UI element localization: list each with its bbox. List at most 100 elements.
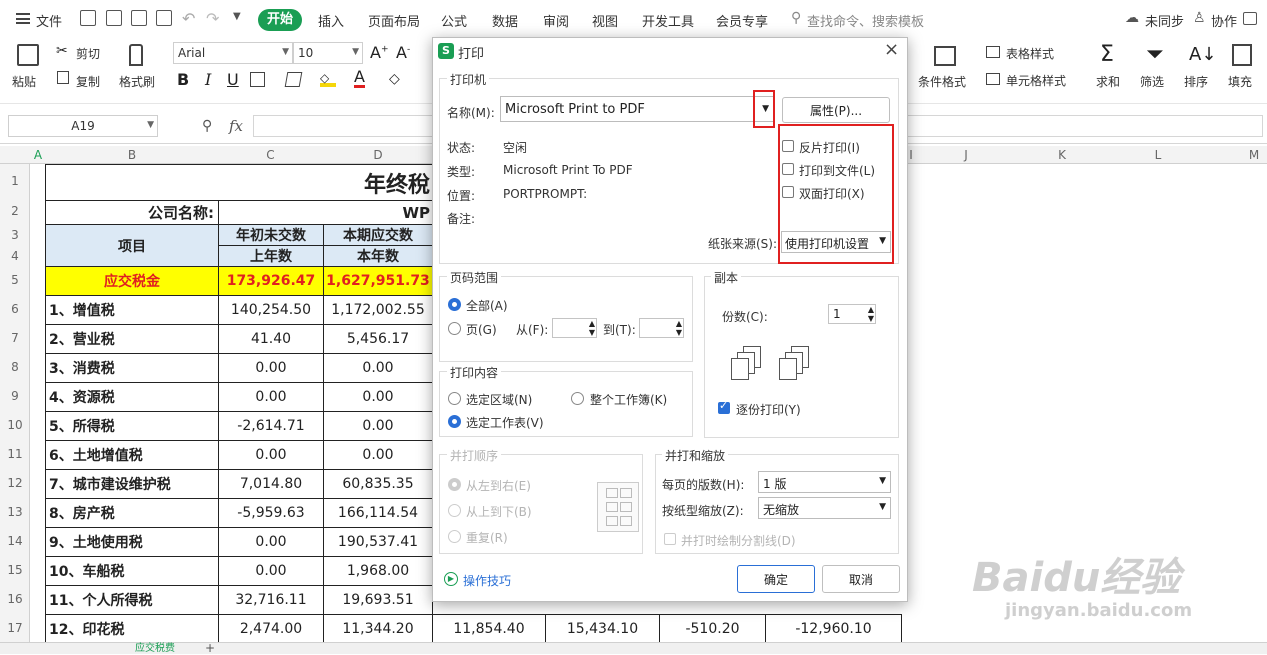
tax-curr[interactable]: 190,537.41: [323, 527, 433, 557]
filter-button[interactable]: 筛选: [1140, 73, 1164, 90]
col-l[interactable]: L: [1110, 148, 1206, 162]
row-14[interactable]: 14: [0, 534, 30, 548]
cond-format-button[interactable]: 条件格式: [918, 73, 966, 90]
row-7[interactable]: 7: [0, 331, 30, 345]
tax-curr[interactable]: 1,172,002.55: [323, 295, 433, 325]
ok-button[interactable]: 确定: [737, 565, 815, 593]
share-icon[interactable]: [1243, 12, 1257, 25]
collab-button[interactable]: 协作: [1211, 11, 1237, 30]
draw-lines-checkbox[interactable]: [664, 533, 676, 545]
col-c[interactable]: C: [218, 148, 323, 162]
tax-curr[interactable]: 19,693.51: [323, 585, 433, 615]
total-d[interactable]: 1,627,951.73: [323, 266, 433, 296]
tax-name[interactable]: 10、车船税: [45, 556, 219, 586]
row-3[interactable]: 3: [0, 228, 30, 242]
tax-prev[interactable]: -5,959.63: [218, 498, 324, 528]
top-bottom-radio[interactable]: [448, 504, 461, 517]
paper-source-select[interactable]: 使用打印机设置 ▼: [781, 231, 891, 253]
tab-insert[interactable]: 插入: [318, 11, 344, 30]
bold-button[interactable]: B: [177, 70, 189, 89]
selection-radio[interactable]: [448, 392, 461, 405]
add-sheet-icon[interactable]: +: [205, 641, 215, 655]
tax-name[interactable]: 8、房产税: [45, 498, 219, 528]
left-right-radio[interactable]: [448, 478, 461, 491]
total-c[interactable]: 173,926.47: [218, 266, 324, 296]
tax-name[interactable]: 5、所得税: [45, 411, 219, 441]
sync-status[interactable]: 未同步: [1145, 11, 1184, 30]
fx-button[interactable]: fx: [229, 117, 243, 135]
cell-format-icon[interactable]: [284, 72, 303, 87]
header-c2[interactable]: 上年数: [218, 245, 324, 267]
export-pdf-icon[interactable]: [106, 10, 122, 26]
tab-formula[interactable]: 公式: [441, 11, 467, 30]
all-pages-radio[interactable]: [448, 298, 461, 311]
tax-prev[interactable]: 0.00: [218, 527, 324, 557]
tips-link[interactable]: 操作技巧: [463, 572, 511, 589]
row-11[interactable]: 11: [0, 447, 30, 461]
tax-curr[interactable]: 1,968.00: [323, 556, 433, 586]
close-icon[interactable]: ×: [884, 39, 899, 60]
copies-input[interactable]: 1 ▲ ▼: [828, 304, 876, 324]
tab-member[interactable]: 会员专享: [716, 11, 768, 30]
col-m[interactable]: M: [1206, 148, 1267, 162]
workbook-radio[interactable]: [571, 392, 584, 405]
undo-icon[interactable]: ↶: [182, 9, 195, 28]
font-family-select[interactable]: Arial ▼: [173, 42, 293, 64]
row-2[interactable]: 2: [0, 204, 30, 218]
paste-icon[interactable]: [17, 44, 39, 66]
print-icon[interactable]: [131, 10, 147, 26]
tax-prev[interactable]: 41.40: [218, 324, 324, 354]
table-style-button[interactable]: 表格样式: [1006, 45, 1054, 62]
row-8[interactable]: 8: [0, 360, 30, 374]
row-10[interactable]: 10: [0, 418, 30, 432]
tax-name[interactable]: 7、城市建设维护税: [45, 469, 219, 499]
row-4[interactable]: 4: [0, 249, 30, 263]
tax-curr[interactable]: 11,344.20: [323, 614, 433, 644]
tax-curr[interactable]: 166,114.54: [323, 498, 433, 528]
tab-review[interactable]: 审阅: [543, 11, 569, 30]
total-label[interactable]: 应交税金: [45, 266, 219, 296]
clear-format-icon[interactable]: ◇: [389, 71, 400, 87]
row-15[interactable]: 15: [0, 563, 30, 577]
printer-select[interactable]: Microsoft Print to PDF ▼: [500, 96, 775, 122]
save-icon[interactable]: [80, 10, 96, 26]
row-9[interactable]: 9: [0, 389, 30, 403]
sum-button[interactable]: 求和: [1096, 73, 1120, 90]
header-c1[interactable]: 年初未交数: [218, 224, 324, 246]
chevron-down-icon[interactable]: ▼: [233, 11, 241, 22]
repeat-radio[interactable]: [448, 530, 461, 543]
print-to-file-checkbox[interactable]: [782, 163, 794, 175]
search-command[interactable]: 查找命令、搜索模板: [807, 11, 924, 30]
col-a[interactable]: A: [30, 148, 46, 162]
row-16[interactable]: 16: [0, 592, 30, 606]
tax-curr[interactable]: 60,835.35: [323, 469, 433, 499]
tax-prev[interactable]: 140,254.50: [218, 295, 324, 325]
font-grow-icon[interactable]: A+: [370, 43, 389, 62]
cut-button[interactable]: 剪切: [76, 45, 100, 62]
to-page-input[interactable]: ▲ ▼: [639, 318, 684, 338]
tax-curr[interactable]: 0.00: [323, 382, 433, 412]
pages-per-sheet-select[interactable]: 1 版 ▼: [758, 471, 891, 493]
tax-prev[interactable]: 0.00: [218, 556, 324, 586]
col-j[interactable]: J: [918, 148, 1014, 162]
border-icon[interactable]: [250, 72, 265, 87]
tax-name[interactable]: 1、增值税: [45, 295, 219, 325]
col-d[interactable]: D: [323, 148, 433, 162]
font-shrink-icon[interactable]: A-: [396, 43, 410, 62]
tax-curr[interactable]: 0.00: [323, 411, 433, 441]
tax-curr[interactable]: 5,456.17: [323, 324, 433, 354]
file-menu[interactable]: 文件: [36, 11, 62, 30]
cancel-button[interactable]: 取消: [822, 565, 900, 593]
active-sheet-radio[interactable]: [448, 415, 461, 428]
cell-style-button[interactable]: 单元格样式: [1006, 72, 1066, 89]
row-12[interactable]: 12: [0, 476, 30, 490]
tab-developer[interactable]: 开发工具: [642, 11, 694, 30]
tab-data[interactable]: 数据: [492, 11, 518, 30]
properties-button[interactable]: 属性(P)...: [782, 97, 890, 123]
redo-icon[interactable]: ↷: [206, 9, 219, 28]
item-header[interactable]: 项目: [45, 224, 219, 267]
tax-name[interactable]: 9、土地使用税: [45, 527, 219, 557]
fill-button[interactable]: 填充: [1228, 73, 1252, 90]
tax-name[interactable]: 12、印花税: [45, 614, 219, 644]
company-label[interactable]: 公司名称:: [45, 200, 219, 225]
